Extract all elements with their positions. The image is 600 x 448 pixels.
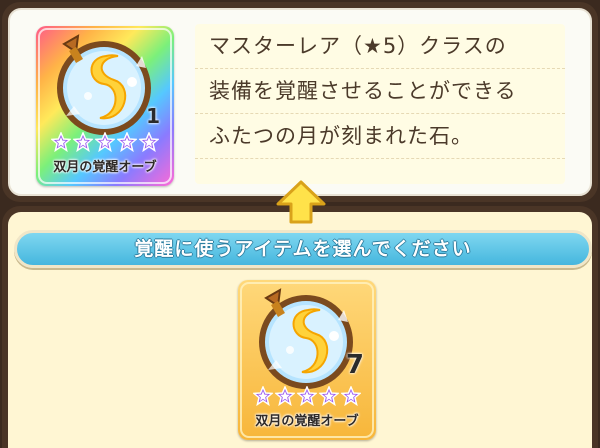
star-icon [341, 386, 361, 406]
up-arrow-icon [276, 180, 326, 224]
star-icon [51, 132, 71, 152]
item-detail-inner: 1 双月の覚醒オーブ マスターレア（★5）クラスの 装備を覚醒させることができる… [8, 8, 592, 196]
item-detail-panel: 1 双月の覚醒オーブ マスターレア（★5）クラスの 装備を覚醒させることができる… [2, 2, 598, 202]
item-select-inner: 覚醒に使うアイテムを選んでください 7 双月の覚醒オーブ [8, 212, 592, 448]
star-icon [139, 132, 159, 152]
star-icon [95, 132, 115, 152]
instruction-banner: 覚醒に使うアイテムを選んでください [14, 230, 592, 268]
description-line: マスターレア（★5）クラスの [195, 24, 565, 69]
item-count: 7 [345, 350, 364, 380]
star-icon [275, 386, 295, 406]
star-icon [297, 386, 317, 406]
item-card-orb[interactable]: 7 双月の覚醒オーブ [238, 280, 376, 440]
item-select-panel: 覚醒に使うアイテムを選んでください 7 双月の覚醒オーブ [2, 206, 598, 448]
selected-item-card: 1 双月の覚醒オーブ [36, 26, 174, 186]
star-icon [319, 386, 339, 406]
description-line: ふたつの月が刻まれた石。 [195, 114, 565, 159]
star-icon [253, 386, 273, 406]
item-description: マスターレア（★5）クラスの 装備を覚醒させることができる ふたつの月が刻まれた… [195, 24, 565, 184]
rarity-stars [36, 132, 174, 152]
star-icon [73, 132, 93, 152]
item-name: 双月の覚醒オーブ [53, 160, 157, 175]
description-line: 装備を覚醒させることができる [195, 69, 565, 114]
star-icon [117, 132, 137, 152]
item-name: 双月の覚醒オーブ [255, 414, 359, 429]
item-count: 1 [146, 104, 160, 128]
rarity-stars [238, 386, 376, 406]
